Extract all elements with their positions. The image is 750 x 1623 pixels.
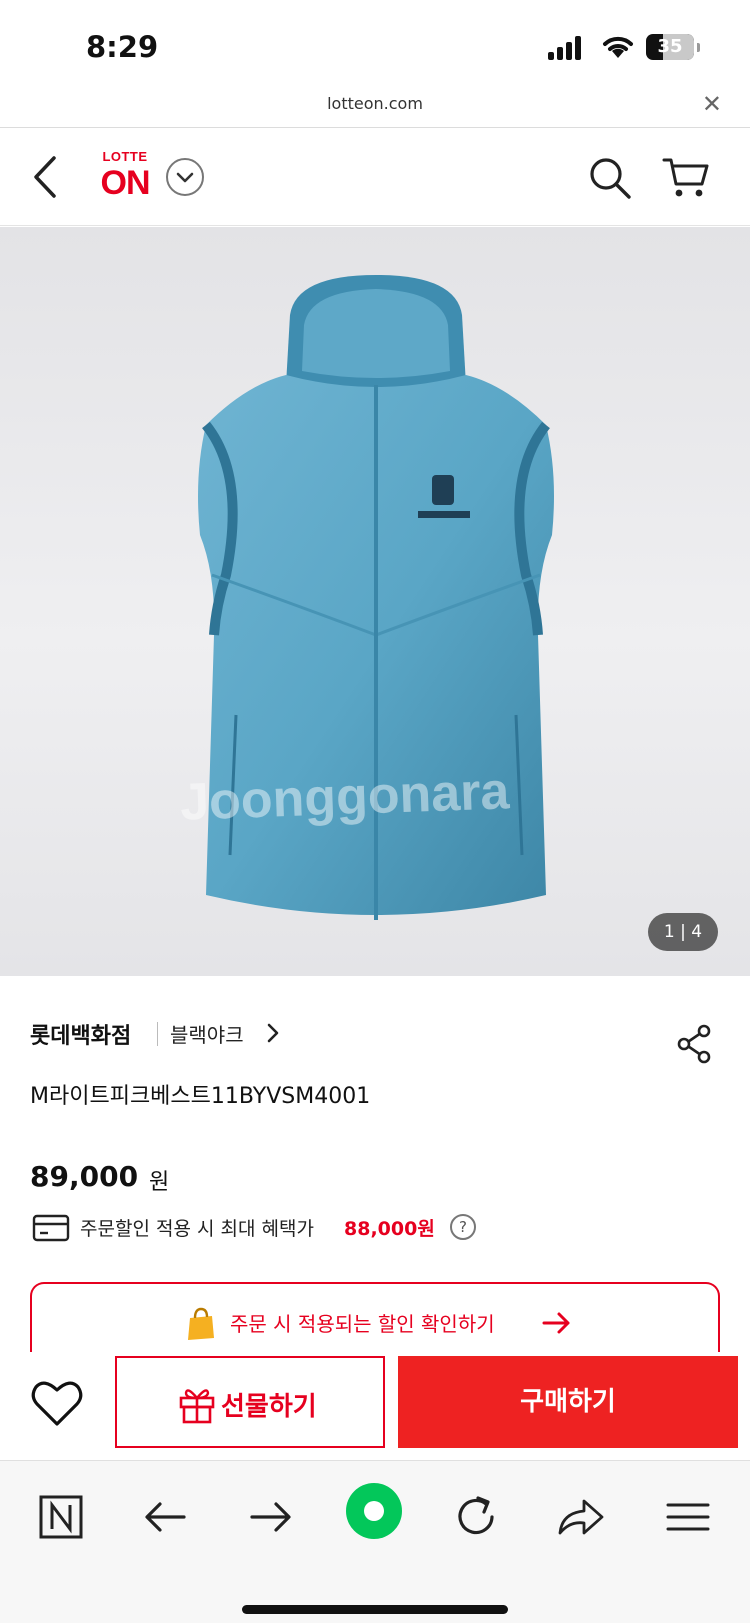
signal-icon: [548, 36, 586, 60]
battery-percent: 35: [657, 36, 683, 57]
card-icon: [32, 1214, 70, 1242]
browser-toolbar: [0, 1460, 750, 1623]
seller-divider: [157, 1022, 158, 1046]
reload-icon[interactable]: [448, 1489, 504, 1545]
product-image-vest: [198, 275, 554, 920]
benefit-label: 주문할인 적용 시 최대 혜택가: [80, 1218, 314, 1240]
heart-icon[interactable]: [30, 1378, 84, 1428]
green-dot-icon[interactable]: [344, 1481, 404, 1541]
shopping-bag-icon: [188, 1307, 214, 1340]
watermark: Joonggonara: [179, 762, 511, 832]
price-unit: 원: [149, 1170, 170, 1195]
share-icon[interactable]: [676, 1024, 712, 1064]
product-price: 89,000: [30, 1160, 139, 1193]
gift-icon: [179, 1389, 215, 1424]
app-header: LOTTE ON: [0, 128, 750, 226]
url-text[interactable]: lotteon.com: [0, 94, 750, 113]
battery-icon: 35: [646, 34, 694, 60]
url-bar[interactable]: lotteon.com ✕: [0, 88, 750, 128]
help-icon[interactable]: ?: [450, 1214, 476, 1240]
discount-check-button[interactable]: 주문 시 적용되는 할인 확인하기: [30, 1282, 720, 1352]
logo-main-text: ON: [100, 164, 151, 202]
forward-arrow-icon[interactable]: [242, 1489, 298, 1545]
share-arrow-icon[interactable]: [552, 1489, 608, 1545]
product-image-gallery[interactable]: Joonggonara 1 | 4: [0, 227, 750, 976]
buy-button[interactable]: 구매하기: [398, 1356, 738, 1448]
status-time: 8:29: [86, 30, 159, 64]
status-bar: 8:29 35: [0, 0, 750, 88]
image-counter: 1 | 4: [648, 913, 718, 951]
benefit-price: 88,000원: [344, 1218, 435, 1240]
bottom-action-bar: 선물하기 구매하기: [0, 1352, 750, 1460]
cart-icon[interactable]: [662, 156, 710, 200]
gift-button[interactable]: 선물하기: [115, 1356, 385, 1448]
naver-n-icon[interactable]: [35, 1489, 91, 1545]
discount-label: 주문 시 적용되는 할인 확인하기: [230, 1312, 495, 1336]
search-icon[interactable]: [588, 156, 632, 200]
home-indicator[interactable]: [242, 1605, 508, 1614]
lotteon-logo[interactable]: LOTTE ON: [92, 149, 158, 203]
chevron-down-icon[interactable]: [166, 158, 204, 196]
chevron-right-icon[interactable]: [266, 1022, 280, 1044]
gift-label: 선물하기: [221, 1392, 317, 1422]
close-icon[interactable]: ✕: [702, 92, 722, 116]
seller-name[interactable]: 롯데백화점: [30, 1018, 131, 1050]
logo-top-text: LOTTE: [102, 149, 148, 164]
back-arrow-icon[interactable]: [138, 1489, 194, 1545]
battery-tip: [697, 43, 700, 52]
product-title: M라이트피크베스트11BYVSM4001: [30, 1084, 371, 1109]
arrow-right-icon: [542, 1312, 570, 1334]
wifi-icon: [603, 36, 633, 58]
menu-icon[interactable]: [660, 1489, 716, 1545]
brand-link[interactable]: 블랙야크: [170, 1019, 244, 1048]
back-icon[interactable]: [26, 152, 66, 202]
